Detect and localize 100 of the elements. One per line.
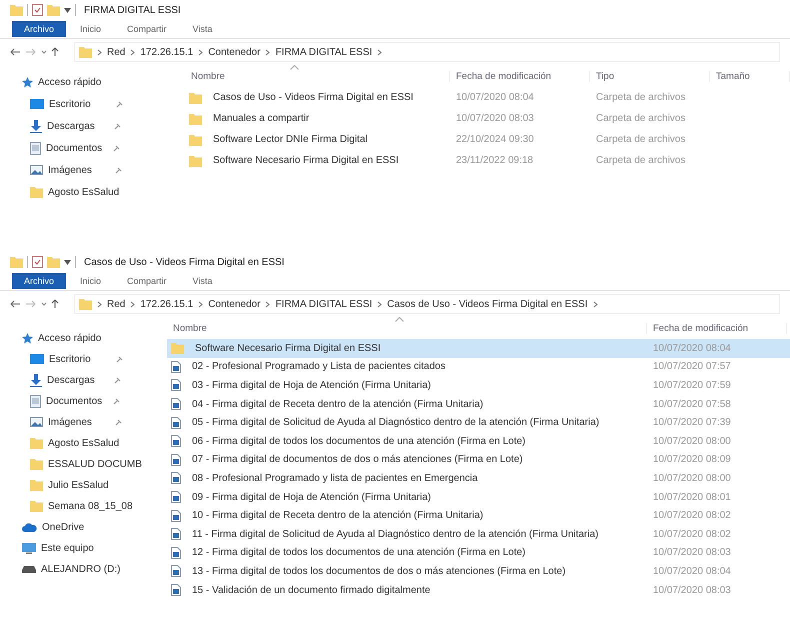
file-row[interactable]: 02 - Profesional Programado y Lista de pacientes citados 10/07/2020 07:57 <box>167 358 790 376</box>
file-row[interactable]: 11 - Firma digital de Solicitud de Ayuda al Diagnóstico dentro de la atención (Firma Unitaria) 10/07/2020 08:02 <box>167 524 790 544</box>
star-icon <box>22 332 33 344</box>
modified-date: 10/07/2020 07:57 <box>652 361 732 372</box>
sidebar-item[interactable]: Documentos <box>30 139 185 157</box>
breadcrumb[interactable]: Red <box>107 298 126 310</box>
file-row[interactable]: 03 - Firma digital de Hoja de Atención (Firma Unitaria) 10/07/2020 07:59 <box>167 376 790 395</box>
folder-icon <box>79 46 92 58</box>
video-file-icon <box>171 398 181 410</box>
file-row[interactable]: Software Lector DNIe Firma Digital 22/10/2024 09:30 Carpeta de archivos <box>185 129 790 150</box>
sidebar-item[interactable]: Escritorio <box>30 95 185 113</box>
file-row[interactable]: 13 - Firma digital de todos los documentos de dos o más atenciones (Firma en Lote) 10/07/2020 08:04 <box>167 562 790 581</box>
breadcrumb[interactable]: Contenedor <box>208 298 260 310</box>
modified-date: 10/07/2020 07:39 <box>652 417 732 428</box>
sidebar-item[interactable]: Agosto EsSalud <box>30 183 185 201</box>
file-name: 12 - Firma digital de todos los documentos de una atención (Firma en Lote) <box>191 547 526 558</box>
sidebar-item[interactable]: Este equipo <box>22 539 167 557</box>
ribbon-tab[interactable]: Compartir <box>115 273 179 289</box>
ribbon-tab[interactable]: Inicio <box>68 21 114 37</box>
breadcrumb[interactable]: 172.26.15.1 <box>140 298 194 310</box>
file-row[interactable]: 12 - Firma digital de todos los documentos de una atención (Firma en Lote) 10/07/2020 08:03 <box>167 544 790 562</box>
sidebar-item[interactable]: Julio EsSalud <box>30 476 167 494</box>
sidebar-item[interactable]: Imágenes <box>30 413 167 431</box>
desktop-icon <box>30 99 44 109</box>
sidebar-item[interactable]: Documentos <box>30 392 167 410</box>
modified-date: 10/07/2020 08:02 <box>652 528 732 540</box>
breadcrumb[interactable]: Casos de Uso - Videos Firma Digital en ESSI <box>387 298 588 310</box>
caret-icon[interactable] <box>64 260 71 264</box>
breadcrumb[interactable]: FIRMA DIGITAL ESSI <box>275 298 372 310</box>
properties-icon[interactable] <box>32 4 43 16</box>
video-file-icon <box>171 510 181 522</box>
sidebar-item[interactable]: Semana 08_15_08 <box>30 497 167 515</box>
ribbon-tab[interactable]: Vista <box>180 21 224 37</box>
chevron-icon <box>97 300 102 308</box>
document-icon <box>30 142 41 154</box>
column-header[interactable]: Nombre <box>185 70 450 82</box>
sidebar-item[interactable]: Descargas <box>30 117 185 135</box>
breadcrumb[interactable]: FIRMA DIGITAL ESSI <box>275 46 372 58</box>
file-row[interactable]: 05 - Firma digital de Solicitud de Ayuda al Diagnóstico dentro de la atención (Firma Unitaria) 10/07/2020 07:39 <box>167 413 790 432</box>
modified-date: 10/07/2020 08:03 <box>455 113 535 124</box>
file-row[interactable]: 10 - Firma digital de Receta dentro de la atención (Firma Unitaria) 10/07/2020 08:02 <box>167 506 790 525</box>
column-header[interactable]: Fecha de modificación <box>450 70 590 82</box>
sidebar-item[interactable]: Escritorio <box>30 350 167 368</box>
pictures-icon <box>30 417 43 427</box>
modified-date: 10/07/2020 08:03 <box>652 584 732 596</box>
folder-icon <box>30 186 43 198</box>
file-row[interactable]: Casos de Uso - Videos Firma Digital en ESSI 10/07/2020 08:04 Carpeta de archivos <box>185 87 790 108</box>
file-row[interactable]: 04 - Firma digital de Receta dentro de la atención (Firma Unitaria) 10/07/2020 07:58 <box>167 394 790 414</box>
file-name: 10 - Firma digital de Receta dentro de la atención (Firma Unitaria) <box>191 510 484 522</box>
file-name: 05 - Firma digital de Solicitud de Ayuda al Diagnóstico dentro de la atención (Firma Unitaria) <box>191 417 600 428</box>
file-row[interactable]: Manuales a compartir 10/07/2020 08:03 Carpeta de archivos <box>185 108 790 129</box>
sidebar-item[interactable]: OneDrive <box>22 518 167 536</box>
caret-icon[interactable] <box>64 8 71 12</box>
address-bar[interactable]: Red 172.26.15.1 Contenedor FIRMA DIGITAL ESSI <box>74 42 780 62</box>
desktop-icon <box>30 354 44 364</box>
chevron-icon <box>198 48 204 56</box>
sidebar-item[interactable]: Agosto EsSalud <box>30 434 167 452</box>
column-header[interactable]: Tamaño <box>710 70 790 82</box>
file-name: Casos de Uso - Videos Firma Digital en ESSI <box>212 92 414 103</box>
file-row[interactable]: 08 - Profesional Programado y lista de pacientes en Emergencia 10/07/2020 08:00 <box>167 469 790 488</box>
chevron-icon <box>130 300 136 308</box>
file-name: 11 - Firma digital de Solicitud de Ayuda al Diagnóstico dentro de la atención (Firma Unitaria) <box>191 528 599 540</box>
video-file-icon <box>171 360 181 373</box>
column-header[interactable]: Fecha de modificación <box>647 322 787 334</box>
file-row[interactable]: Software Necesario Firma Digital en ESSI 23/11/2022 09:18 Carpeta de archivos <box>185 150 790 171</box>
sidebar-item[interactable]: Imágenes <box>30 161 185 179</box>
breadcrumb[interactable]: Contenedor <box>208 46 260 58</box>
sidebar-item[interactable]: Acceso rápido <box>22 329 167 347</box>
file-row[interactable]: 15 - Validación de un documento firmado digitalmente 10/07/2020 08:03 <box>167 580 790 600</box>
file-type: Carpeta de archivos <box>595 155 686 166</box>
ribbon-tab[interactable]: Compartir <box>115 21 179 37</box>
video-file-icon <box>171 584 181 596</box>
file-row[interactable]: 06 - Firma digital de todos los documentos de una atención (Firma en Lote) 10/07/2020 08:00 <box>167 432 790 451</box>
file-row[interactable]: 09 - Firma digital de Hoja de Atención (Firma Unitaria) 10/07/2020 08:01 <box>167 488 790 506</box>
properties-icon[interactable] <box>32 256 43 268</box>
chevron-icon <box>130 48 136 56</box>
video-file-icon <box>171 546 181 559</box>
address-bar[interactable]: Red 172.26.15.1 Contenedor FIRMA DIGITAL ESSI Casos de Uso - Videos Firma Digital en ESSI <box>74 294 780 314</box>
window-title: Casos de Uso - Videos Firma Digital en ESSI <box>84 256 284 268</box>
column-header[interactable]: Nombre <box>167 322 647 334</box>
file-name: 13 - Firma digital de todos los documentos de dos o más atenciones (Firma en Lote) <box>191 566 566 577</box>
folder-icon <box>79 298 92 310</box>
file-menu-button[interactable]: Archivo <box>12 21 66 37</box>
file-row[interactable]: 07 - Firma digital de documentos de dos o más atenciones (Firma en Lote) 10/07/2020 08:09 <box>167 450 790 470</box>
file-row[interactable]: Software Necesario Firma Digital en ESSI 10/07/2020 08:04 <box>167 339 790 358</box>
ribbon-tab[interactable]: Inicio <box>68 273 114 289</box>
file-menu-button[interactable]: Archivo <box>12 273 66 289</box>
column-header[interactable]: Tipo <box>590 70 710 82</box>
file-name: 04 - Firma digital de Receta dentro de la atención (Firma Unitaria) <box>191 398 484 410</box>
breadcrumb[interactable]: 172.26.15.1 <box>140 46 194 58</box>
modified-date: 10/07/2020 07:58 <box>652 398 732 410</box>
chevron-icon <box>97 48 102 56</box>
ribbon-tab[interactable]: Vista <box>180 273 224 289</box>
sidebar-item[interactable]: Descargas <box>30 371 167 389</box>
sidebar-item[interactable]: ESSALUD DOCUMB <box>30 455 167 473</box>
breadcrumb[interactable]: Red <box>107 46 126 58</box>
modified-date: 22/10/2024 09:30 <box>455 134 535 145</box>
sidebar-item[interactable]: ALEJANDRO (D:) <box>22 560 167 578</box>
sidebar-item[interactable]: Acceso rápido <box>22 73 185 91</box>
video-file-icon <box>171 528 181 540</box>
